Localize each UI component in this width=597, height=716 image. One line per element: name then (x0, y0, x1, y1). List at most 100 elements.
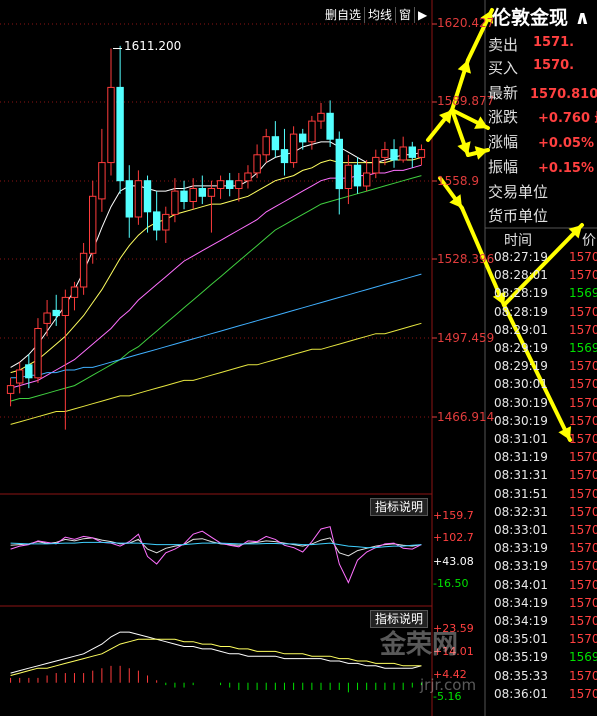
candle-body (43, 312, 51, 324)
indicator-line (10, 526, 422, 584)
tick-price: 1570 (569, 468, 597, 483)
tick-price: 1570 (569, 523, 597, 537)
tick-header-price: 价 (582, 233, 596, 249)
candle-body (143, 180, 152, 213)
trade-unit-label: 交易单位 (488, 183, 549, 201)
tick-price: 1570 (569, 432, 597, 446)
price-axis-label: 1528.396 (437, 252, 495, 266)
candle-body (381, 149, 389, 158)
candle-body (16, 369, 24, 384)
tick-price: 1570 (569, 686, 597, 701)
candle-body (198, 188, 207, 197)
candle-body (235, 180, 243, 189)
delete-watchlist-button[interactable]: 删自选 (322, 7, 366, 23)
tick-time: 08:31:31 (494, 468, 548, 483)
indicator-axis-label: +159.7 (433, 509, 474, 522)
candle-body (244, 172, 252, 182)
quote-label-buy: 买入 (488, 59, 519, 77)
candle-body (363, 172, 371, 187)
price-axis-label: 1466.914 (437, 410, 495, 424)
price-axis-label: 1558.9 (437, 174, 479, 188)
tick-time: 08:29:19 (494, 359, 548, 374)
tick-price: 1570 (569, 577, 597, 592)
candle-body (289, 133, 298, 164)
price-axis-label: 1589.877 (437, 94, 495, 108)
tick-time: 08:33:01 (494, 523, 548, 537)
tick-price: 1569 (569, 650, 597, 665)
tick-time: 08:28:19 (494, 304, 548, 319)
moving-average-button[interactable]: 均线 (365, 7, 397, 23)
tick-price: 1570 (569, 541, 597, 556)
tick-price: 1569 (569, 286, 597, 301)
candle-body (317, 112, 325, 122)
tick-price: 1570 (569, 250, 597, 264)
candle-body (226, 180, 234, 189)
candle-body (171, 190, 179, 215)
tick-time: 08:28:19 (494, 286, 548, 301)
tick-time: 08:33:19 (494, 541, 548, 556)
candle-body (408, 146, 417, 158)
macd-line (10, 638, 422, 676)
candle-body (399, 146, 407, 161)
candle-body (417, 149, 426, 158)
tick-time: 08:35:33 (494, 668, 548, 683)
tick-time: 08:32:31 (494, 504, 548, 519)
tick-price: 1570 (569, 304, 597, 319)
quote-value-sell: 1571. (533, 35, 575, 50)
indicator-axis-label: +102.7 (433, 531, 474, 544)
candle-body (216, 180, 225, 189)
quote-label-change: 涨跌 (488, 108, 519, 126)
candle-body (180, 190, 188, 203)
price-axis-label: 1497.459 (437, 331, 495, 345)
tick-price: 1570 (569, 486, 597, 501)
tick-price: 1570 (569, 595, 597, 610)
candle-body (262, 136, 270, 156)
candle-body (52, 309, 60, 317)
tick-price: 1570 (569, 614, 597, 628)
tick-price: 1570 (569, 359, 597, 374)
tick-time: 08:30:19 (494, 413, 548, 428)
tick-time: 08:29:19 (494, 341, 548, 355)
window-button[interactable]: 窗 (396, 7, 416, 23)
indicator-axis-label: +43.08 (433, 555, 474, 568)
watermark-logo: 金荣网 (380, 630, 459, 660)
tick-price: 1570 (569, 395, 597, 410)
tick-time: 08:34:01 (494, 577, 548, 592)
tick-price: 1570 (569, 668, 597, 683)
tick-time: 08:28:01 (494, 268, 548, 283)
tick-price: 1570 (569, 413, 597, 428)
high-price-label: 1611.200 (124, 39, 182, 53)
quote-value-amplitude: +0.15% 昨 (538, 161, 597, 176)
tick-time: 08:30:19 (494, 395, 548, 410)
candle-body (70, 286, 79, 298)
tick-price: 1569 (569, 341, 597, 355)
tick-price: 1570 (569, 268, 597, 283)
candle-body (353, 164, 362, 187)
tick-time: 08:29:01 (494, 322, 548, 337)
quote-label-amplitude: 振幅 (488, 158, 519, 176)
annotation-arrowhead (474, 146, 488, 160)
indicator-axis-label: -16.50 (433, 577, 469, 590)
candle-body (372, 156, 380, 174)
price-axis-label: 1620.427 (437, 16, 495, 30)
candle-body (25, 364, 33, 379)
quote-label-latest: 最新 (488, 84, 519, 102)
tick-price: 1570 (569, 322, 597, 337)
candle-body (162, 213, 170, 231)
quote-value-latest: 1570.810 元 (530, 87, 597, 102)
tick-price: 1570 (569, 377, 597, 392)
play-arrow-icon[interactable]: ▶ (415, 7, 430, 23)
candle-body (280, 149, 289, 164)
candle-body (308, 120, 316, 143)
tick-price: 1570 (569, 632, 597, 647)
quote-label-change-pct: 涨幅 (488, 133, 519, 151)
candle-body (153, 211, 161, 231)
candle-body (271, 136, 280, 151)
tick-time: 08:34:19 (494, 595, 548, 610)
tick-price: 1570 (569, 504, 597, 519)
indicator-help-button[interactable]: 指标说明 (370, 498, 429, 516)
candle-body (335, 138, 344, 190)
tick-time: 08:35:19 (494, 650, 548, 665)
currency-unit-label: 货币单位 (488, 207, 549, 225)
quote-value-buy: 1570. (533, 58, 575, 73)
